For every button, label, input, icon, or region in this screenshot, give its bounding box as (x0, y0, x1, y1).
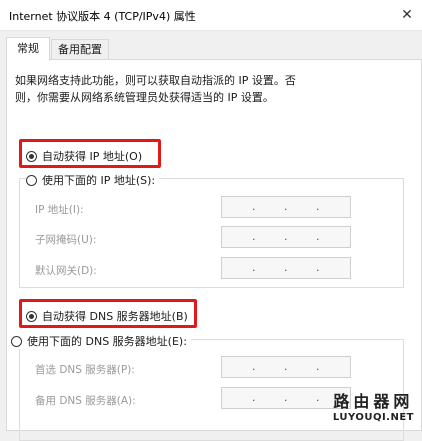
ip-address-label: IP 地址(I): (35, 204, 84, 216)
highlight-auto-ip (19, 139, 161, 168)
manual-ip-label: 使用下面的 IP 地址(S): (42, 174, 156, 187)
manual-dns-label: 使用下面的 DNS 服务器地址(E): (27, 335, 187, 348)
title-bar: Internet 协议版本 4 (TCP/IPv4) 属性 ✕ (0, 0, 422, 31)
default-gateway-input: ... (221, 257, 351, 279)
window-title: Internet 协议版本 4 (TCP/IPv4) 属性 (9, 10, 196, 23)
radio-manual-ip[interactable]: 使用下面的 IP 地址(S): (26, 172, 160, 188)
radio-manual-dns[interactable]: 使用下面的 DNS 服务器地址(E): (11, 333, 191, 349)
description-text: 如果网络支持此功能，则可以获取自动指派的 IP 设置。否则，你需要从网络系统管理… (15, 74, 296, 104)
subnet-mask-input: ... (221, 226, 351, 248)
watermark-cn: 路由器网 (333, 392, 414, 411)
radio-unchecked-icon[interactable] (11, 335, 22, 347)
alternate-dns-label: 备用 DNS 服务器(A): (35, 395, 136, 407)
radio-unchecked-icon[interactable] (26, 174, 37, 186)
preferred-dns-label: 首选 DNS 服务器(P): (35, 364, 135, 376)
alternate-dns-input: ... (221, 387, 351, 409)
highlight-auto-dns (19, 299, 197, 328)
watermark-en: LUYOUQI.NET (332, 412, 414, 423)
tab-general[interactable]: 常规 (6, 37, 50, 61)
preferred-dns-input: ... (221, 356, 351, 378)
default-gateway-label: 默认网关(D): (35, 265, 97, 277)
subnet-mask-label: 子网掩码(U): (35, 234, 97, 246)
close-icon[interactable]: ✕ (392, 0, 422, 30)
tab-alternate-config[interactable]: 备用配置 (51, 39, 109, 59)
watermark: 路由器网 LUYOUQI.NET (333, 388, 414, 423)
ip-address-input: ... (221, 196, 351, 218)
general-panel: 如果网络支持此功能，则可以获取自动指派的 IP 设置。否则，你需要从网络系统管理… (6, 59, 422, 441)
